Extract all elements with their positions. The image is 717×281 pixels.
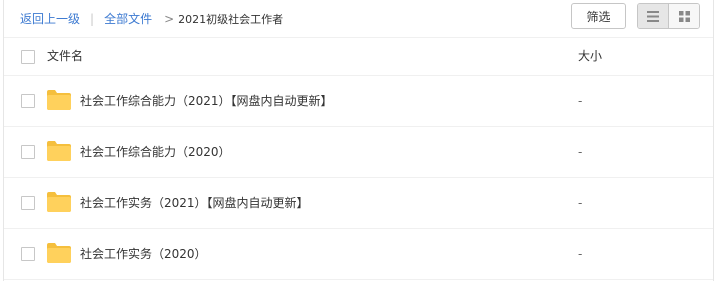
folder-icon xyxy=(47,243,71,263)
file-size: - xyxy=(578,196,583,210)
table-row[interactable]: 社会工作综合能力（2020） - xyxy=(4,127,713,178)
folder-icon xyxy=(47,192,71,212)
table-row[interactable]: 社会工作综合能力（2021）【网盘内自动更新】 - xyxy=(4,76,713,127)
row-checkbox[interactable] xyxy=(21,196,35,210)
file-size: - xyxy=(578,94,583,108)
list-icon xyxy=(647,10,659,22)
folder-icon xyxy=(47,90,71,110)
row-checkbox[interactable] xyxy=(21,247,35,261)
grid-icon xyxy=(678,10,690,22)
table-row[interactable]: 社会工作实务（2020） - xyxy=(4,229,713,280)
table-header: 文件名 大小 xyxy=(4,38,713,76)
grid-view-button[interactable] xyxy=(669,4,699,28)
back-link[interactable]: 返回上一级 xyxy=(20,10,80,27)
breadcrumb-separator: | xyxy=(90,11,95,26)
select-all-checkbox[interactable] xyxy=(21,50,35,64)
file-size: - xyxy=(578,247,583,261)
chevron-right-icon: > xyxy=(164,11,175,26)
size-column-header[interactable]: 大小 xyxy=(578,38,602,75)
current-folder-label: 2021初级社会工作者 xyxy=(178,12,284,26)
name-column-header[interactable]: 文件名 xyxy=(47,38,83,75)
row-checkbox[interactable] xyxy=(21,94,35,108)
folder-icon xyxy=(47,141,71,161)
filter-button[interactable]: 筛选 xyxy=(571,3,626,29)
table-row[interactable]: 社会工作实务（2021）【网盘内自动更新】 - xyxy=(4,178,713,229)
file-size: - xyxy=(578,145,583,159)
list-view-button[interactable] xyxy=(638,4,669,28)
row-checkbox[interactable] xyxy=(21,145,35,159)
toolbar: 返回上一级 | 全部文件 > 2021初级社会工作者 筛选 xyxy=(4,0,713,38)
file-name[interactable]: 社会工作综合能力（2021）【网盘内自动更新】 xyxy=(80,76,333,126)
all-files-link[interactable]: 全部文件 xyxy=(104,10,152,27)
file-name[interactable]: 社会工作实务（2020） xyxy=(80,229,207,279)
breadcrumb: 返回上一级 | 全部文件 > 2021初级社会工作者 xyxy=(20,0,283,37)
file-browser: 返回上一级 | 全部文件 > 2021初级社会工作者 筛选 文件名 大小 社会工… xyxy=(3,0,714,281)
file-name[interactable]: 社会工作综合能力（2020） xyxy=(80,127,231,177)
file-name[interactable]: 社会工作实务（2021）【网盘内自动更新】 xyxy=(80,178,309,228)
view-toggle xyxy=(637,3,700,29)
